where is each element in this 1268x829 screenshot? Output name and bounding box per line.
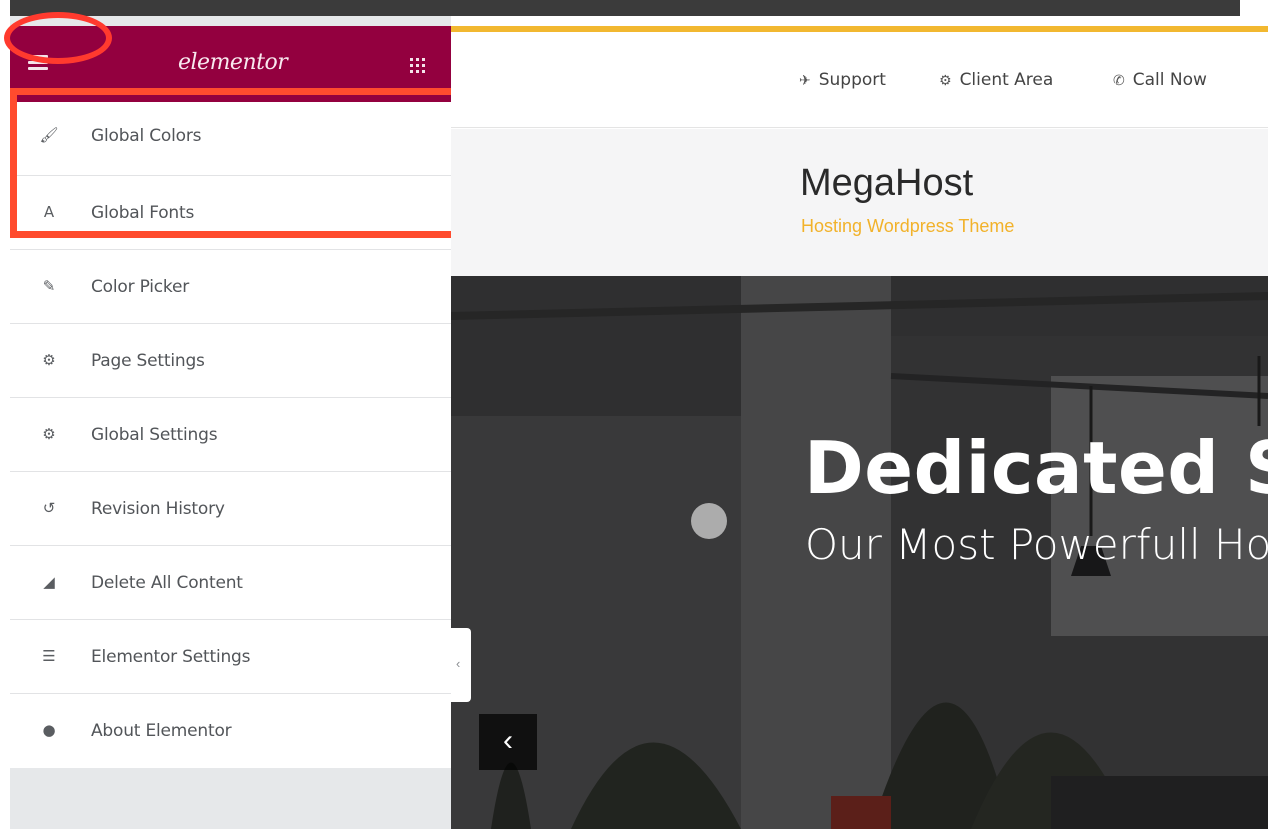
client-area-label: Client Area (959, 70, 1054, 90)
menu-item-about-elementor[interactable]: ● About Elementor (10, 694, 451, 768)
site-topbar: ✈ Support ⚙ Client Area ✆ Call Now (451, 32, 1268, 128)
elementor-logo: elementor (178, 50, 288, 75)
grid-dot (410, 70, 413, 73)
grid-dot (416, 64, 419, 67)
menu-item-color-picker[interactable]: ✎ Color Picker (10, 250, 451, 324)
widgets-grid-icon[interactable] (408, 56, 426, 74)
menu-item-delete-all-content[interactable]: ◢ Delete All Content (10, 546, 451, 620)
menu-item-label: About Elementor (91, 721, 232, 741)
list-icon: ☰ (42, 647, 56, 665)
slider-prev-button[interactable]: ‹ (479, 714, 537, 770)
call-now-label: Call Now (1132, 70, 1207, 90)
panel-collapse-toggle[interactable]: ‹ (451, 628, 471, 702)
panel-header: elementor (10, 26, 451, 102)
eyedropper-icon: ✎ (42, 277, 56, 295)
gear-icon: ⚙ (42, 351, 56, 369)
grid-dot (422, 58, 425, 61)
hamburger-line (28, 55, 48, 58)
info-icon: ● (42, 721, 56, 739)
hamburger-line (28, 67, 48, 70)
hero-slider: Dedicated S Our Most Powerfull Hosting ‹ (451, 276, 1268, 829)
menu-item-global-fonts[interactable]: A Global Fonts (10, 176, 451, 250)
cogs-icon: ⚙ (939, 73, 952, 89)
support-label: Support (818, 70, 886, 90)
grid-dot (416, 58, 419, 61)
site-logo-title[interactable]: MegaHost (800, 162, 973, 205)
brush-icon: 🖌 (39, 126, 59, 144)
hamburger-line (28, 61, 48, 64)
elementor-panel: elementor 🖌 Global Colors A Global Fonts… (10, 16, 451, 829)
menu-item-label: Color Picker (91, 277, 190, 297)
menu-item-revision-history[interactable]: ↺ Revision History (10, 472, 451, 546)
menu-item-label: Delete All Content (91, 573, 243, 593)
menu-item-label: Global Colors (91, 126, 202, 146)
menu-item-global-colors[interactable]: 🖌 Global Colors (10, 102, 451, 176)
grid-dot (410, 58, 413, 61)
font-icon: A (43, 203, 55, 221)
panel-menu-list: 🖌 Global Colors A Global Fonts ✎ Color P… (10, 102, 451, 768)
grid-dot (422, 70, 425, 73)
browser-tab-bar (10, 0, 1240, 16)
phone-icon: ✆ (1113, 73, 1125, 89)
hero-subtitle: Our Most Powerfull Hosting (805, 520, 1268, 569)
history-icon: ↺ (42, 499, 56, 517)
cogs-icon: ⚙ (42, 425, 56, 443)
menu-item-label: Revision History (91, 499, 225, 519)
client-area-link[interactable]: ⚙ Client Area (939, 70, 1053, 90)
grid-dot (416, 70, 419, 73)
page-preview: ✈ Support ⚙ Client Area ✆ Call Now MegaHost… (451, 16, 1268, 829)
menu-item-global-settings[interactable]: ⚙ Global Settings (10, 398, 451, 472)
menu-item-label: Global Fonts (91, 203, 195, 223)
call-now-link[interactable]: ✆ Call Now (1113, 70, 1207, 90)
browser-top-strip (0, 0, 1268, 16)
site-logo-subtitle: Hosting Wordpress Theme (801, 216, 1015, 236)
menu-item-label: Elementor Settings (91, 647, 251, 667)
chevron-left-icon: ‹ (456, 656, 461, 671)
support-link[interactable]: ✈ Support (799, 70, 886, 90)
plane-icon: ✈ (799, 73, 811, 89)
menu-item-page-settings[interactable]: ⚙ Page Settings (10, 324, 451, 398)
grid-dot (410, 64, 413, 67)
hamburger-menu-button[interactable] (26, 52, 52, 74)
grid-dot (422, 64, 425, 67)
menu-item-elementor-settings[interactable]: ☰ Elementor Settings (10, 620, 451, 694)
menu-item-label: Page Settings (91, 351, 205, 371)
hero-title: Dedicated S (804, 426, 1268, 510)
eraser-icon: ◢ (43, 573, 55, 591)
menu-item-label: Global Settings (91, 425, 218, 445)
